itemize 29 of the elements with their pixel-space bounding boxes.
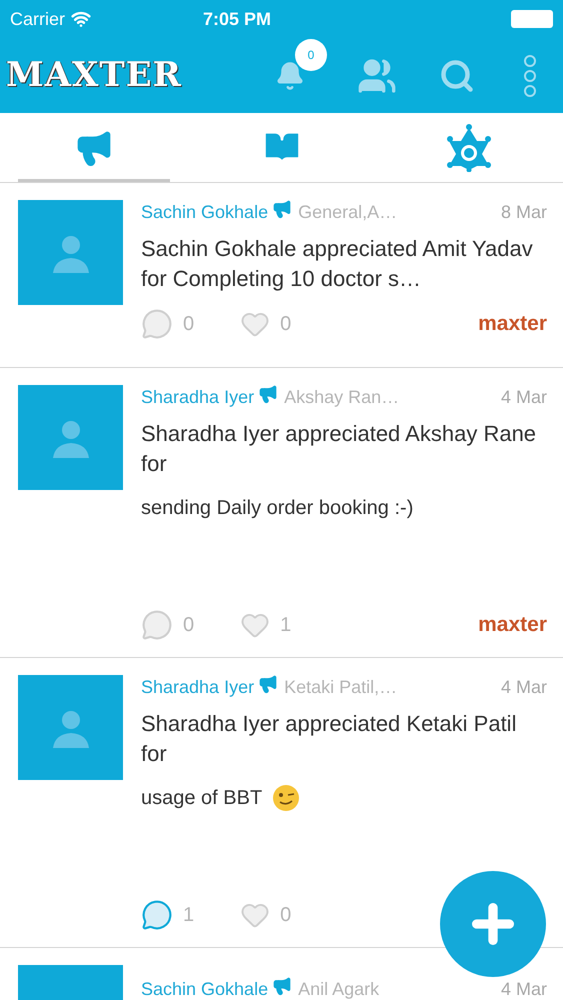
post-date: 8 Mar xyxy=(500,200,547,224)
notification-badge: 0 xyxy=(295,38,327,70)
comment-count: 1 xyxy=(183,903,194,928)
post-title: Sachin Gokhale appreciated Amit Yadav for Completing 10 doctor s… xyxy=(141,235,534,293)
author-name[interactable]: Sachin Gokhale xyxy=(141,198,268,226)
recipients: Anil Agark xyxy=(298,979,380,999)
brand-label: maxter xyxy=(478,311,547,338)
like-count: 1 xyxy=(280,613,292,638)
comment-count: 0 xyxy=(183,613,194,638)
recipients: Akshay Ran… xyxy=(284,386,400,409)
recipients: General,A… xyxy=(298,200,398,224)
app-logo: MAXTER xyxy=(6,54,182,97)
author-name[interactable]: Sharadha Iyer xyxy=(141,674,254,700)
post-title: Sharadha Iyer appreciated Akshay Rane for xyxy=(141,420,538,478)
author-name[interactable]: Sharadha Iyer xyxy=(141,384,254,410)
comment-count: 0 xyxy=(183,312,194,337)
post-message: sending Daily order booking :-) xyxy=(141,496,414,521)
post-title: Sharadha Iyer appreciated Ketaki Patil for xyxy=(141,710,518,768)
recipients: Ketaki Patil,… xyxy=(284,676,398,698)
post-date: 4 Mar xyxy=(500,676,547,698)
post-date: 4 Mar xyxy=(500,979,547,999)
post-date: 4 Mar xyxy=(500,386,547,408)
brand-label: maxter xyxy=(478,612,547,638)
like-count: 0 xyxy=(280,312,292,337)
like-count: 0 xyxy=(280,903,292,928)
clock: 7:05 PM xyxy=(203,8,272,30)
author-name[interactable]: Sachin Gokhale xyxy=(141,979,268,999)
carrier-label: Carrier xyxy=(10,8,66,30)
post-message: usage of BBT xyxy=(141,786,262,811)
